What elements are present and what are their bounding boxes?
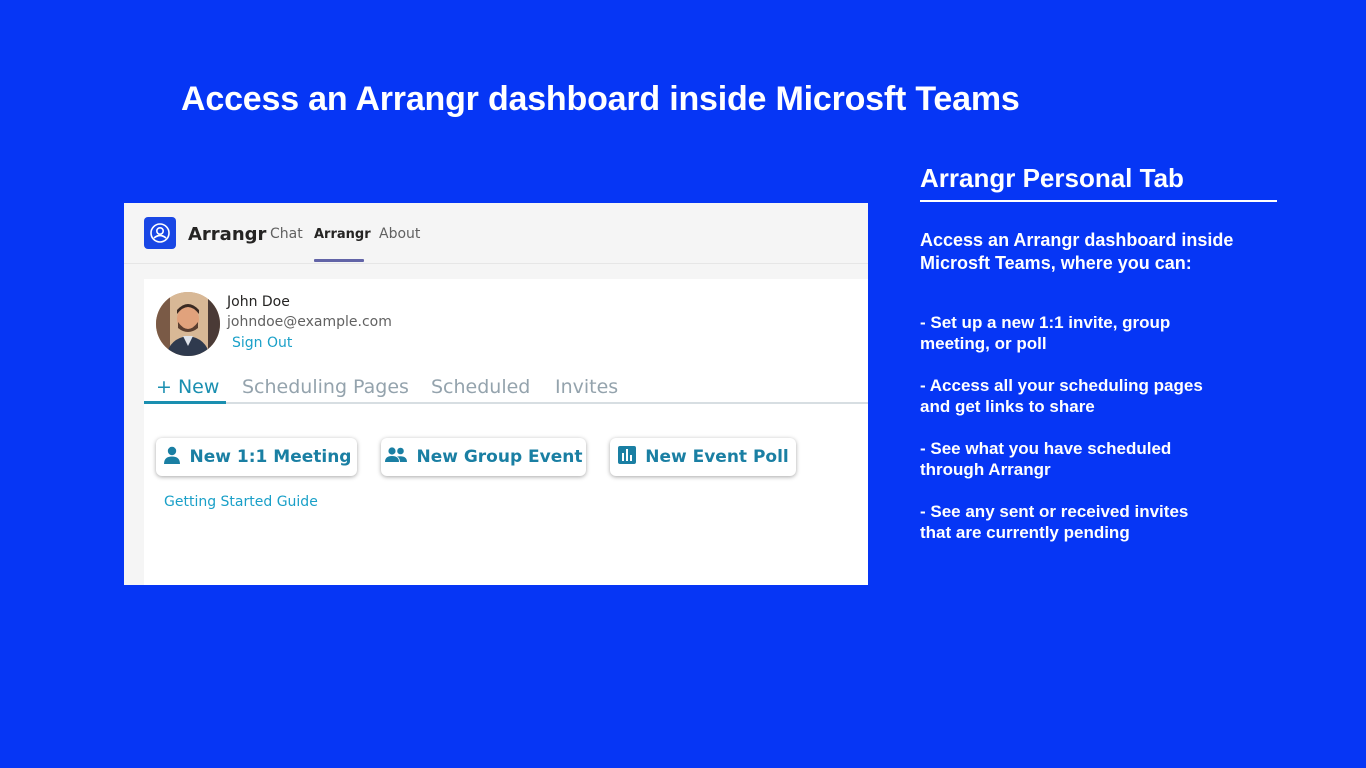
tab-arrangr[interactable]: Arrangr xyxy=(314,227,371,242)
user-email: johndoe@example.com xyxy=(227,314,392,330)
new-meeting-button[interactable]: New 1:1 Meeting xyxy=(156,438,357,476)
panel-title: Arrangr Personal Tab xyxy=(920,163,1184,193)
panel-divider xyxy=(920,200,1277,202)
new-event-poll-label: New Event Poll xyxy=(645,447,789,467)
poll-icon xyxy=(617,445,637,470)
tab-new[interactable]: + New xyxy=(156,376,219,398)
new-group-event-label: New Group Event xyxy=(416,447,583,467)
sign-out-link[interactable]: Sign Out xyxy=(232,335,292,351)
arrangr-logo-icon xyxy=(144,217,176,249)
feature-list: - Set up a new 1:1 invite, group meeting… xyxy=(920,312,1220,564)
panel-intro: Access an Arrangr dashboard inside Micro… xyxy=(920,230,1234,273)
getting-started-guide-link[interactable]: Getting Started Guide xyxy=(164,494,318,510)
user-name: John Doe xyxy=(227,294,290,310)
new-group-event-button[interactable]: New Group Event xyxy=(381,438,586,476)
teams-window: Arrangr Chat Arrangr About John Doe john… xyxy=(124,203,868,585)
tab-scheduled[interactable]: Scheduled xyxy=(431,376,530,398)
list-item: - See what you have scheduled through Ar… xyxy=(920,439,1172,479)
active-app-tab-indicator xyxy=(144,401,226,404)
list-item: - See any sent or received invites that … xyxy=(920,502,1189,542)
new-event-poll-button[interactable]: New Event Poll xyxy=(610,438,796,476)
tab-divider xyxy=(144,402,868,404)
page-headline: Access an Arrangr dashboard inside Micro… xyxy=(181,80,1020,118)
tab-about[interactable]: About xyxy=(379,226,420,242)
tab-invites[interactable]: Invites xyxy=(555,376,618,398)
arrangr-dashboard: John Doe johndoe@example.com Sign Out + … xyxy=(144,279,868,585)
teams-tab-bar: Arrangr Chat Arrangr About xyxy=(124,203,868,264)
active-tab-indicator xyxy=(314,259,364,262)
list-item: - Access all your scheduling pages and g… xyxy=(920,376,1203,416)
list-item: - Set up a new 1:1 invite, group meeting… xyxy=(920,313,1171,353)
new-meeting-label: New 1:1 Meeting xyxy=(189,447,352,467)
tab-chat[interactable]: Chat xyxy=(270,226,303,242)
group-icon xyxy=(384,445,408,470)
avatar xyxy=(156,292,220,356)
app-name: Arrangr xyxy=(188,224,267,245)
person-icon xyxy=(162,445,182,470)
tab-scheduling-pages[interactable]: Scheduling Pages xyxy=(242,376,409,398)
